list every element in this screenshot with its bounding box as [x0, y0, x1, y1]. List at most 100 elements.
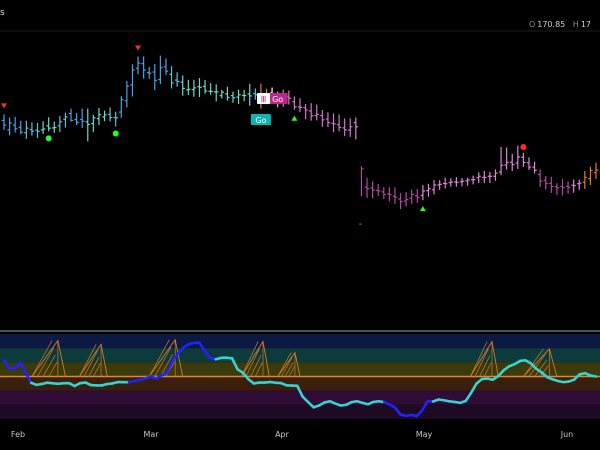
indicator-band — [0, 404, 600, 419]
ohlc-bar — [381, 187, 386, 200]
ohlc-bar — [141, 56, 146, 79]
ohlc-bar — [426, 183, 431, 197]
ohlc-bar — [504, 147, 509, 170]
price-bars — [1, 55, 599, 225]
ohlc-bar — [476, 172, 481, 184]
ohlc-bar — [68, 108, 74, 122]
go-label-text: Go — [255, 116, 266, 125]
ohlc-bar — [342, 118, 347, 136]
ohlc-bar — [448, 178, 453, 187]
ohlc-bar — [85, 108, 90, 142]
ohlc-bar — [96, 108, 102, 126]
ohlc-bar — [336, 114, 342, 132]
ohlc-bar — [353, 117, 359, 140]
go-label-text: Go — [272, 95, 283, 104]
price-chart[interactable]: Go Go Ⅲ — [0, 0, 600, 450]
ohlc-bar — [582, 171, 588, 189]
sell-signal-marker — [1, 103, 7, 109]
indicator-line-segment — [589, 374, 598, 378]
ohlc-bar — [230, 91, 236, 103]
x-tick-label: Feb — [10, 430, 26, 439]
signal-dot-marker — [45, 135, 52, 142]
ohlc-bar — [169, 66, 174, 89]
x-tick-label: Jun — [560, 430, 574, 439]
ohlc-bar — [214, 84, 219, 102]
ohlc-bar — [24, 120, 29, 139]
ohlc-bar — [387, 187, 392, 202]
ohlc-bar — [510, 153, 515, 172]
ohlc-bar — [526, 157, 532, 170]
ohlc-bar — [63, 112, 68, 128]
ohlc-bar — [18, 120, 23, 135]
ohlc-bar — [186, 79, 191, 96]
x-axis: Feb Mar Apr May Jun — [0, 430, 600, 446]
ohlc-bar — [91, 114, 96, 133]
ohlc-bar — [348, 118, 353, 137]
ohlc-bar — [197, 78, 202, 98]
ohlc-bar — [247, 83, 252, 106]
ohlc-bar — [549, 176, 554, 193]
ohlc-bar — [119, 96, 124, 118]
go-label-text: Ⅲ — [261, 95, 267, 104]
indicator-band — [0, 334, 600, 349]
ohlc-bar — [375, 183, 381, 196]
ohlc-bar — [57, 116, 63, 133]
ohlc-bar — [158, 55, 163, 85]
ohlc-bar — [532, 161, 537, 174]
buy-signal-marker — [291, 115, 298, 121]
ohlc-bar — [292, 96, 297, 110]
signal-dot-marker — [520, 143, 527, 150]
ohlc-bar — [152, 63, 157, 91]
ohlc-bar — [537, 169, 543, 187]
buy-signal-marker — [419, 206, 426, 212]
ohlc-bar — [124, 80, 130, 108]
ohlc-bar — [225, 86, 230, 101]
ohlc-bar — [543, 175, 548, 190]
ohlc-bar — [415, 188, 420, 203]
signal-dot-marker — [112, 130, 119, 137]
ohlc-bar — [46, 117, 51, 132]
ohlc-bar — [443, 177, 448, 189]
ohlc-bar — [420, 185, 426, 201]
sell-signal-marker — [135, 45, 142, 51]
ohlc-bar — [107, 107, 113, 122]
ohlc-bar — [521, 152, 526, 167]
ohlc-bar — [593, 162, 599, 179]
ohlc-bar — [208, 83, 213, 95]
x-tick-label: May — [415, 430, 433, 439]
ohlc-bar — [219, 89, 225, 99]
ohlc-bar — [12, 116, 18, 133]
ohlc-bar — [470, 175, 476, 185]
x-tick-label: Apr — [275, 430, 289, 439]
ohlc-bar — [398, 193, 403, 210]
ohlc-bar — [320, 110, 325, 127]
ohlc-bar — [174, 72, 180, 87]
ohlc-bar — [241, 89, 247, 102]
ohlc-bar — [29, 122, 35, 136]
ohlc-bar — [465, 177, 470, 186]
ohlc-bar — [392, 187, 398, 204]
ohlc-bar — [40, 121, 46, 134]
ohlc-bar — [554, 183, 560, 195]
ohlc-bar — [202, 80, 208, 94]
pane-dividers — [0, 30, 600, 332]
ohlc-bar — [74, 113, 79, 126]
ohlc-bar — [1, 114, 7, 130]
ohlc-bar — [35, 122, 40, 138]
ohlc-bar — [403, 192, 409, 207]
ohlc-bar — [498, 146, 504, 176]
ohlc-bar — [493, 169, 498, 181]
ohlc-bar — [314, 104, 319, 121]
ohlc-bar — [79, 108, 85, 128]
ohlc-bar — [52, 121, 57, 133]
ohlc-bar — [487, 171, 493, 183]
ohlc-bar — [163, 58, 169, 75]
x-tick-label: Mar — [143, 430, 159, 439]
ohlc-bar — [588, 166, 593, 185]
ohlc-bar — [236, 89, 241, 104]
ohlc-bar — [370, 181, 375, 199]
ohlc-bar — [253, 88, 258, 100]
ohlc-bar — [102, 110, 107, 122]
ohlc-bar — [7, 117, 12, 136]
ohlc-bar — [135, 56, 141, 75]
